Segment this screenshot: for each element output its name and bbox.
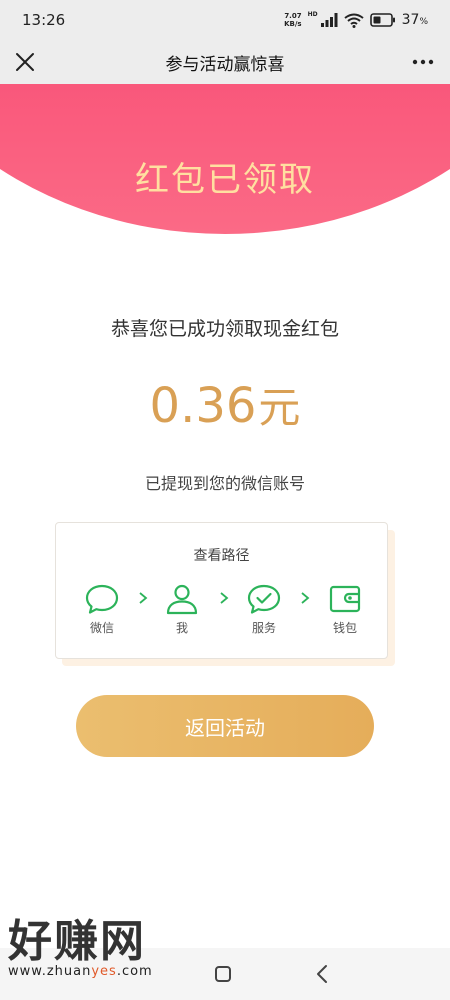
more-icon[interactable]	[410, 49, 436, 75]
withdrawn-note: 已提现到您的微信账号	[144, 474, 305, 493]
amount-value: 0.36	[149, 378, 257, 434]
step-label: 钱包	[332, 621, 357, 635]
status-icons: 7.07 KB/s HD 37%	[284, 10, 428, 30]
path-card-title: 查看路径	[193, 548, 250, 564]
recent-apps-icon[interactable]	[214, 965, 232, 983]
watermark-logo: 好赚网	[8, 916, 146, 967]
signal-icon	[320, 13, 338, 27]
nav-bar: 参与活动赢惊喜	[0, 40, 450, 84]
step-label: 我	[175, 621, 188, 635]
step-label: 微信	[89, 621, 114, 635]
red-envelope-banner: 红包已领取	[0, 84, 450, 264]
wifi-icon	[343, 13, 364, 28]
status-bar: 13:26 7.07 KB/s HD 37%	[0, 0, 450, 40]
battery-icon	[369, 13, 395, 27]
watermark: 好赚网 www.zhuanyes.com	[8, 918, 198, 990]
hd-label: HD	[307, 11, 318, 18]
page-title: 参与活动赢惊喜	[165, 55, 285, 75]
path-step-services: 服务	[234, 583, 294, 636]
user-icon	[166, 584, 198, 615]
chevron-right-icon	[220, 592, 229, 604]
return-to-activity-button[interactable]: 返回活动	[76, 695, 374, 757]
step-label: 服务	[251, 621, 276, 635]
chat-bubble-icon	[85, 584, 119, 614]
check-bubble-icon	[247, 584, 281, 614]
amount-unit: 元	[258, 383, 301, 432]
battery-percent: 37%	[401, 12, 428, 28]
network-speed: 7.07 KB/s	[284, 12, 302, 28]
status-time: 13:26	[22, 11, 66, 29]
path-step-wallet: 钱包	[315, 583, 375, 636]
congrats-message: 恭喜您已成功领取现金红包	[110, 318, 339, 340]
banner-title: 红包已领取	[135, 160, 315, 200]
chevron-right-icon	[139, 592, 148, 604]
path-step-me: 我	[152, 583, 212, 636]
reward-amount: 0.36元	[0, 374, 450, 435]
path-step-wechat: 微信	[72, 583, 132, 636]
chevron-right-icon	[301, 592, 310, 604]
path-card: 查看路径 微信 我 服务 钱包	[55, 522, 388, 659]
wallet-icon	[329, 585, 361, 613]
back-icon[interactable]	[312, 963, 332, 985]
watermark-url: www.zhuanyes.com	[8, 964, 153, 979]
